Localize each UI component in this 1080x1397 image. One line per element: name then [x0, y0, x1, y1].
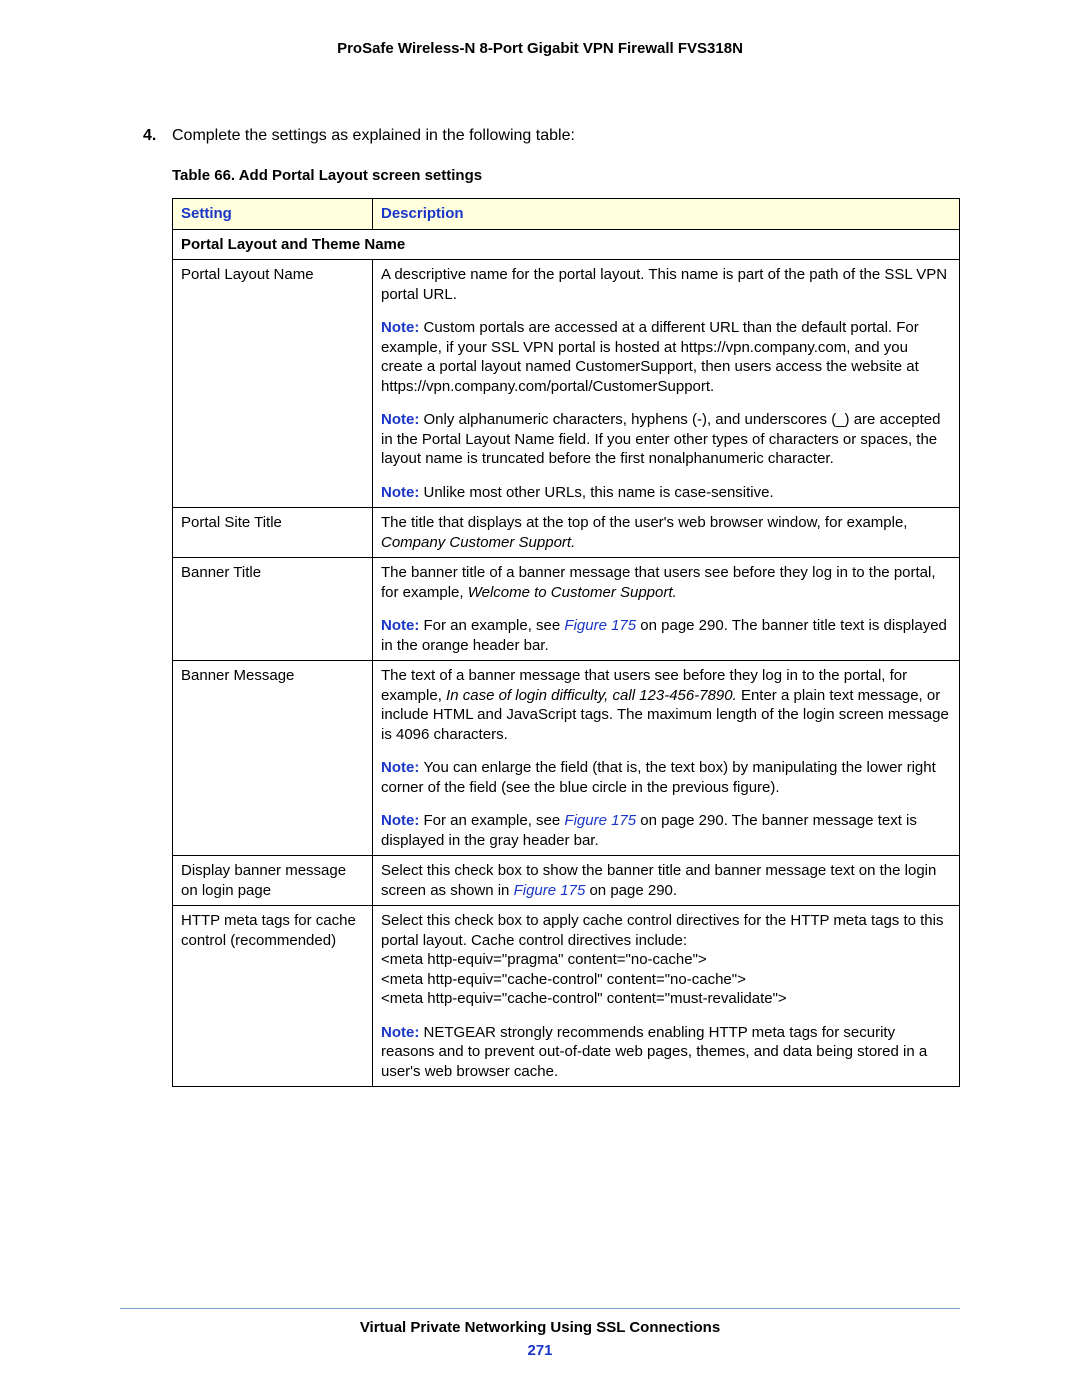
desc-text: The title that displays at the top of th… [381, 513, 951, 552]
desc-note: Note: For an example, see Figure 175 on … [381, 616, 951, 655]
figure-link[interactable]: Figure 175 [514, 882, 586, 899]
step-4: 4. Complete the settings as explained in… [120, 127, 960, 145]
table-row: Banner Title The banner title of a banne… [173, 558, 960, 661]
note-label: Note: [381, 1024, 424, 1041]
desc-text: Select this check box to apply cache con… [381, 911, 951, 1009]
desc-cell: The banner title of a banner message tha… [373, 558, 960, 661]
desc-text: The banner title of a banner message tha… [381, 563, 951, 602]
desc-note: Note: Custom portals are accessed at a d… [381, 318, 951, 396]
footer-title: Virtual Private Networking Using SSL Con… [0, 1319, 1080, 1336]
desc-cell: Select this check box to show the banner… [373, 856, 960, 906]
setting-cell: HTTP meta tags for cache control (recomm… [173, 906, 373, 1087]
page-number: 271 [0, 1342, 1080, 1359]
figure-link[interactable]: Figure 175 [564, 617, 636, 634]
note-label: Note: [381, 617, 424, 634]
document-page: ProSafe Wireless-N 8-Port Gigabit VPN Fi… [0, 0, 1080, 1397]
figure-link[interactable]: Figure 175 [564, 812, 636, 829]
note-text: Unlike most other URLs, this name is cas… [424, 484, 774, 501]
desc-text: Select this check box to show the banner… [381, 861, 951, 900]
note-label: Note: [381, 411, 424, 428]
desc-cell: Select this check box to apply cache con… [373, 906, 960, 1087]
note-label: Note: [381, 812, 424, 829]
table-row: Display banner message on login page Sel… [173, 856, 960, 906]
example-text: Welcome to Customer Support. [468, 584, 677, 601]
desc-text: The text of a banner message that users … [381, 666, 951, 744]
desc-note: Note: Only alphanumeric characters, hyph… [381, 410, 951, 469]
desc-note: Note: You can enlarge the field (that is… [381, 758, 951, 797]
meta-tag: <meta http-equiv="cache-control" content… [381, 989, 951, 1009]
note-text: Only alphanumeric characters, hyphens (-… [381, 411, 940, 467]
desc-cell: A descriptive name for the portal layout… [373, 260, 960, 508]
meta-tag: <meta http-equiv="pragma" content="no-ca… [381, 950, 951, 970]
desc-cell: The title that displays at the top of th… [373, 508, 960, 558]
section-row: Portal Layout and Theme Name [173, 229, 960, 260]
step-text: Complete the settings as explained in th… [172, 127, 575, 144]
setting-cell: Portal Layout Name [173, 260, 373, 508]
footer-divider [120, 1308, 960, 1309]
table-header-row: Setting Description [173, 199, 960, 230]
col-description: Description [373, 199, 960, 230]
step-number: 4. [143, 127, 156, 145]
note-text: You can enlarge the field (that is, the … [381, 759, 936, 796]
table-row: Banner Message The text of a banner mess… [173, 661, 960, 856]
table-row: HTTP meta tags for cache control (recomm… [173, 906, 960, 1087]
desc-note: Note: For an example, see Figure 175 on … [381, 811, 951, 850]
note-text: NETGEAR strongly recommends enabling HTT… [381, 1024, 927, 1080]
note-label: Note: [381, 484, 424, 501]
setting-cell: Display banner message on login page [173, 856, 373, 906]
desc-text: A descriptive name for the portal layout… [381, 265, 951, 304]
desc-cell: The text of a banner message that users … [373, 661, 960, 856]
col-setting: Setting [173, 199, 373, 230]
doc-header: ProSafe Wireless-N 8-Port Gigabit VPN Fi… [120, 40, 960, 57]
note-label: Note: [381, 319, 424, 336]
meta-tag: <meta http-equiv="cache-control" content… [381, 970, 951, 990]
settings-table: Setting Description Portal Layout and Th… [172, 198, 960, 1087]
example-text: In case of login difficulty, call 123-45… [446, 687, 737, 704]
table-row: Portal Site Title The title that display… [173, 508, 960, 558]
note-text: Custom portals are accessed at a differe… [381, 319, 919, 395]
desc-note: Note: NETGEAR strongly recommends enabli… [381, 1023, 951, 1082]
desc-note: Note: Unlike most other URLs, this name … [381, 483, 951, 503]
section-title: Portal Layout and Theme Name [173, 229, 960, 260]
table-caption: Table 66. Add Portal Layout screen setti… [120, 167, 960, 184]
page-footer: Virtual Private Networking Using SSL Con… [0, 1308, 1080, 1359]
setting-cell: Banner Message [173, 661, 373, 856]
example-text: Company Customer Support. [381, 534, 575, 551]
table-row: Portal Layout Name A descriptive name fo… [173, 260, 960, 508]
setting-cell: Banner Title [173, 558, 373, 661]
setting-cell: Portal Site Title [173, 508, 373, 558]
note-label: Note: [381, 759, 424, 776]
